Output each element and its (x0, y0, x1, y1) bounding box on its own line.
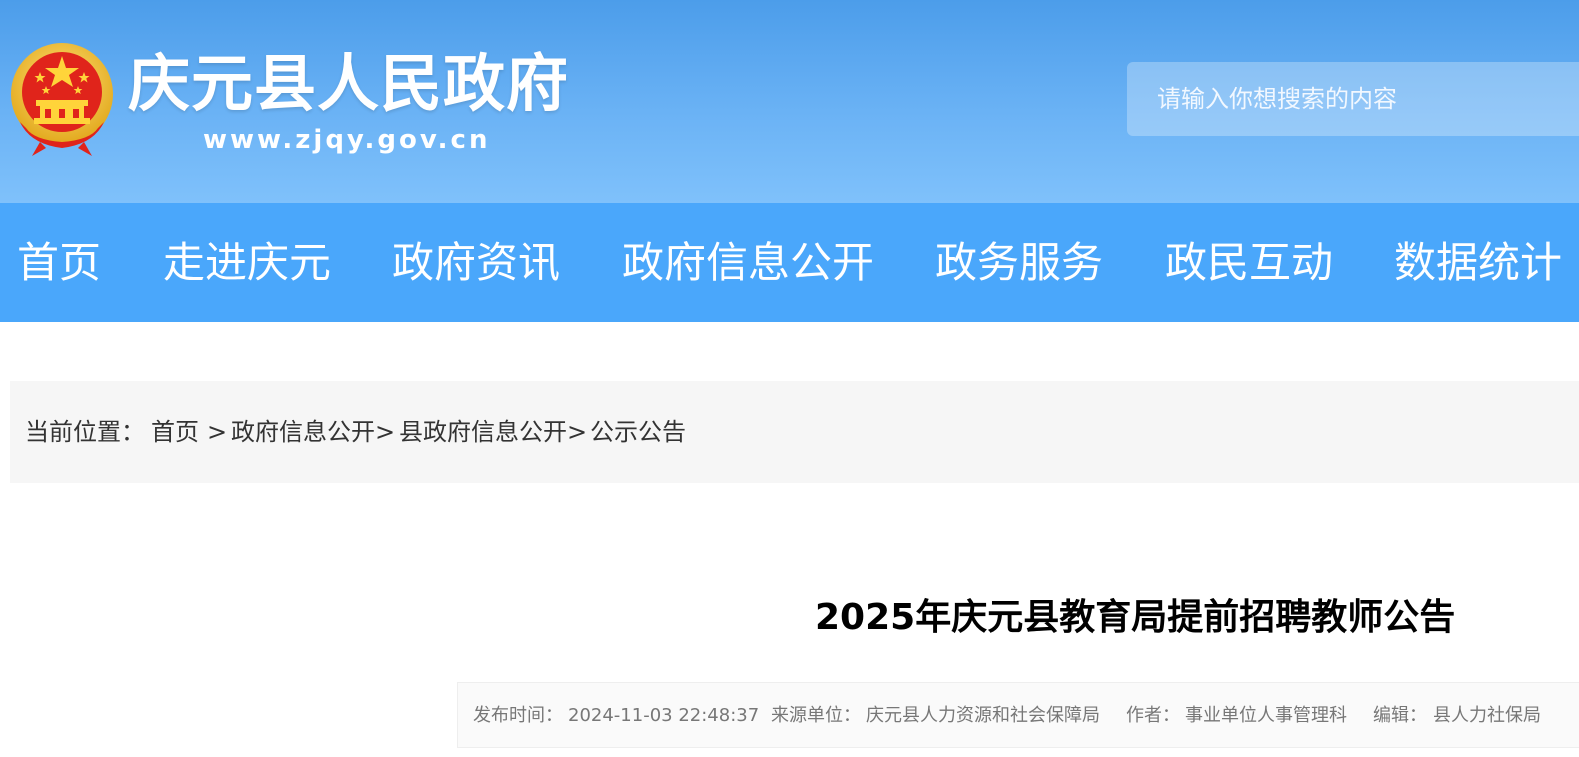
breadcrumb-item-disclosure[interactable]: 政府信息公开 (231, 381, 375, 483)
nav-item-interaction[interactable]: 政民互动 (1165, 203, 1333, 322)
breadcrumb-separator: > (207, 418, 228, 446)
nav-item-news[interactable]: 政府资讯 (392, 203, 560, 322)
breadcrumb: 当前位置： 首页 > 政府信息公开 > 县政府信息公开 > 公示公告 (10, 381, 1579, 483)
breadcrumb-prefix: 当前位置： (25, 418, 145, 446)
search-input[interactable] (1127, 62, 1579, 136)
national-emblem-icon[interactable] (10, 42, 115, 157)
meta-source-label: 来源单位： (771, 705, 861, 726)
meta-source-value: 庆元县人力资源和社会保障局 (866, 705, 1100, 726)
meta-author-value: 事业单位人事管理科 (1185, 705, 1347, 726)
breadcrumb-item-county-disclosure[interactable]: 县政府信息公开 (399, 381, 567, 483)
article-meta-bar: 发布时间： 2024-11-03 22:48:37 来源单位： 庆元县人力资源和… (457, 682, 1579, 748)
main-nav: 首页 走进庆元 政府资讯 政府信息公开 政务服务 政民互动 数据统计 (0, 203, 1579, 322)
article-title: 2025年庆元县教育局提前招聘教师公告 (815, 597, 1456, 638)
site-title[interactable]: 庆元县人民政府 (128, 44, 569, 124)
nav-item-disclosure[interactable]: 政府信息公开 (622, 203, 874, 322)
meta-publish-label: 发布时间： (473, 705, 563, 726)
breadcrumb-item-announcements[interactable]: 公示公告 (590, 381, 686, 483)
breadcrumb-item-home[interactable]: 首页 (151, 381, 199, 483)
nav-item-services[interactable]: 政务服务 (935, 203, 1103, 322)
breadcrumb-separator: > (567, 418, 588, 446)
meta-author-label: 作者： (1126, 705, 1180, 726)
meta-editor-value: 县人力社保局 (1433, 705, 1541, 726)
breadcrumb-separator: > (375, 418, 396, 446)
site-url: www.zjqy.gov.cn (203, 125, 491, 155)
meta-publish-value: 2024-11-03 22:48:37 (568, 705, 760, 726)
nav-item-about[interactable]: 走进庆元 (163, 203, 331, 322)
nav-item-statistics[interactable]: 数据统计 (1394, 203, 1562, 322)
site-header: 庆元县人民政府 www.zjqy.gov.cn (0, 0, 1579, 203)
meta-editor-label: 编辑： (1373, 705, 1427, 726)
nav-item-home[interactable]: 首页 (17, 203, 101, 322)
